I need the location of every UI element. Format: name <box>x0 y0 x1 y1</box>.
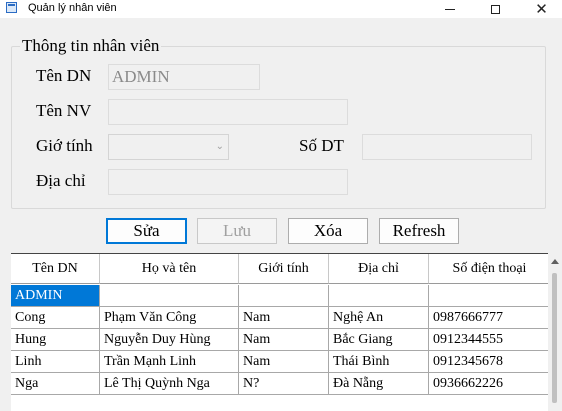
chevron-down-icon: ⌄ <box>215 141 224 152</box>
table-cell[interactable]: ADMIN <box>11 285 100 307</box>
refresh-button[interactable]: Refresh <box>379 218 459 244</box>
column-header-gioi-tinh[interactable]: Giới tính <box>239 254 329 284</box>
table-cell[interactable]: Lê Thị Quỳnh Nga <box>100 373 239 395</box>
table-cell[interactable]: Trần Mạnh Linh <box>100 351 239 373</box>
xoa-button[interactable]: Xóa <box>288 218 368 244</box>
table-cell[interactable] <box>429 285 551 307</box>
grid-scrollbar[interactable] <box>548 253 562 411</box>
table-cell[interactable] <box>239 285 329 307</box>
label-gioi-tinh: Giớ tính <box>36 136 93 155</box>
ten-dn-field[interactable]: ADMIN <box>108 64 260 90</box>
label-ten-dn: Tên DN <box>36 66 92 85</box>
column-header-ten-dn[interactable]: Tên DN <box>11 254 100 284</box>
employee-grid[interactable]: Tên DN Họ và tên Giới tính Địa chỉ Số đi… <box>11 253 551 411</box>
table-cell[interactable]: Bắc Giang <box>329 329 429 351</box>
table-cell[interactable]: Nguyễn Duy Hùng <box>100 329 239 351</box>
window-title: Quản lý nhân viên <box>28 2 117 14</box>
title-bar: Quản lý nhân viên ✕ <box>0 0 562 18</box>
table-cell[interactable]: 0936662226 <box>429 373 551 395</box>
minimize-button[interactable] <box>427 0 472 18</box>
table-cell[interactable]: Nam <box>239 329 329 351</box>
so-dt-field[interactable] <box>362 134 532 160</box>
table-cell[interactable]: Thái Bình <box>329 351 429 373</box>
group-title: Thông tin nhân viên <box>20 36 162 56</box>
minimize-icon <box>444 8 455 10</box>
label-ten-nv: Tên NV <box>36 101 92 120</box>
table-cell[interactable]: Cong <box>11 307 100 329</box>
close-button[interactable]: ✕ <box>519 0 562 18</box>
ten-nv-field[interactable] <box>108 99 348 125</box>
table-cell[interactable] <box>329 285 429 307</box>
dia-chi-field[interactable] <box>108 169 348 195</box>
column-header-so-dien-thoai[interactable]: Số điện thoại <box>429 254 551 284</box>
column-header-dia-chi[interactable]: Địa chỉ <box>329 254 429 284</box>
table-cell[interactable]: 0912345678 <box>429 351 551 373</box>
table-cell[interactable]: Nga <box>11 373 100 395</box>
sua-button[interactable]: Sửa <box>106 218 187 244</box>
table-cell[interactable]: Nam <box>239 351 329 373</box>
maximize-icon <box>491 4 500 14</box>
label-so-dt: Số DT <box>299 136 344 155</box>
scroll-up-icon[interactable] <box>551 259 559 264</box>
form-icon <box>6 2 17 13</box>
table-cell[interactable]: N? <box>239 373 329 395</box>
gioi-tinh-combo[interactable]: ⌄ <box>108 134 229 160</box>
label-dia-chi: Địa chỉ <box>36 171 86 190</box>
table-cell[interactable]: Đà Nẵng <box>329 373 429 395</box>
table-cell[interactable]: 0912344555 <box>429 329 551 351</box>
table-cell[interactable]: Hung <box>11 329 100 351</box>
table-cell[interactable] <box>100 285 239 307</box>
table-cell[interactable]: Phạm Văn Công <box>100 307 239 329</box>
luu-button[interactable]: Lưu <box>197 218 277 244</box>
table-cell[interactable]: Nghệ An <box>329 307 429 329</box>
scroll-thumb[interactable] <box>552 273 557 403</box>
table-cell[interactable]: Nam <box>239 307 329 329</box>
maximize-button[interactable] <box>473 0 518 18</box>
table-cell[interactable]: Linh <box>11 351 100 373</box>
column-header-ho-ten[interactable]: Họ và tên <box>100 254 239 284</box>
close-icon: ✕ <box>535 0 548 18</box>
table-cell[interactable]: 0987666777 <box>429 307 551 329</box>
